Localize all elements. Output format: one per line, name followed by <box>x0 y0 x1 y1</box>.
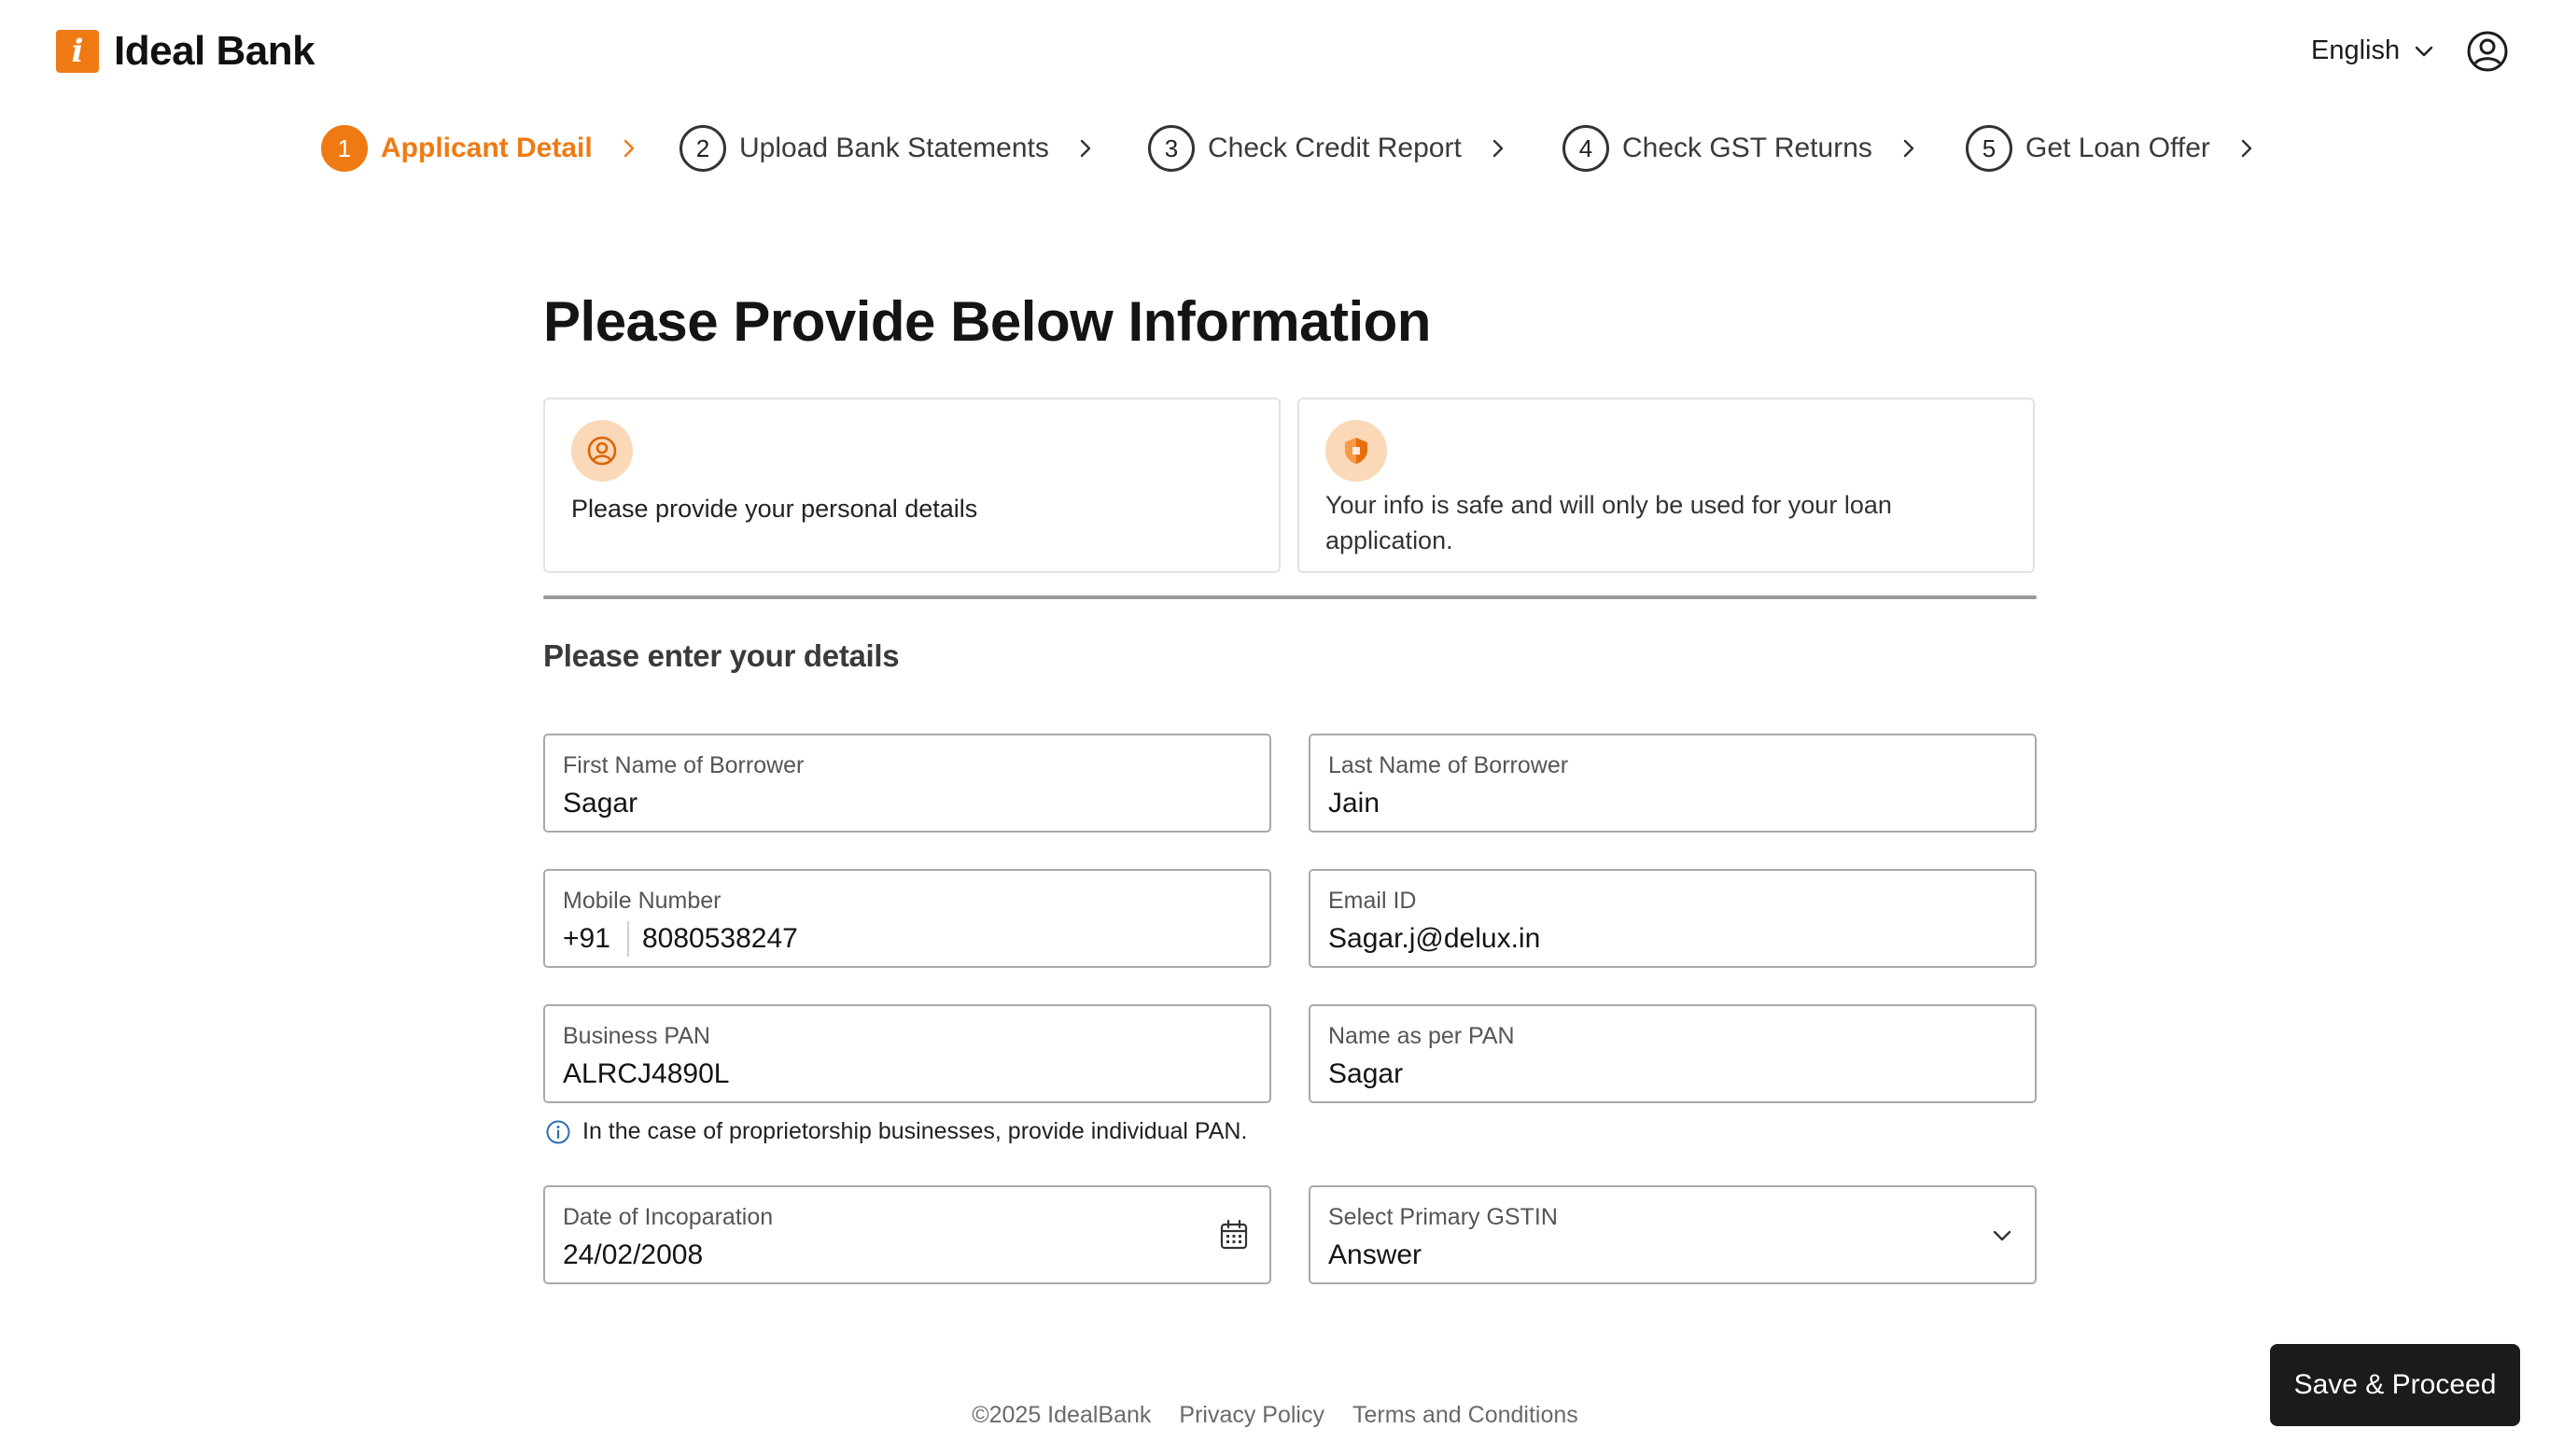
field-label: Date of Incoparation <box>563 1204 774 1230</box>
pan-hint: In the case of proprietorship businesses… <box>545 1118 1247 1145</box>
step-number: 4 <box>1562 125 1609 172</box>
field-value: Sagar <box>1328 1058 1404 1089</box>
footer: ©2025 IdealBank Privacy Policy Terms and… <box>0 1402 2550 1429</box>
step-number: 5 <box>1966 125 2012 172</box>
step-upload-bank-statements[interactable]: 2 Upload Bank Statements <box>680 125 1094 172</box>
language-selector[interactable]: English <box>2311 35 2435 66</box>
form-heading: Please enter your details <box>543 638 900 673</box>
chevron-right-icon <box>1492 139 1503 158</box>
copyright: ©2025 IdealBank <box>972 1402 1152 1428</box>
progress-stepper: 1 Applicant Detail 2 Upload Bank Stateme… <box>0 125 2550 177</box>
info-icon <box>546 1120 570 1143</box>
brand-mark-icon: i <box>56 30 99 73</box>
step-label: Check GST Returns <box>1622 133 1872 163</box>
field-value: ALRCJ4890L <box>563 1058 730 1089</box>
field-label: Select Primary GSTIN <box>1328 1204 1558 1230</box>
badge <box>1325 420 1387 482</box>
field-label: First Name of Borrower <box>563 752 805 778</box>
field-value: Sagar <box>563 788 638 819</box>
field-value: Sagar.j@delux.in <box>1328 923 1541 954</box>
language-label: English <box>2311 35 2401 65</box>
step-number: 1 <box>321 125 368 172</box>
info-card-text: Your info is safe and will only be used … <box>1325 487 1892 558</box>
chevron-down-icon <box>2415 46 2433 56</box>
step-label: Upload Bank Statements <box>739 133 1049 163</box>
info-card-privacy: Your info is safe and will only be used … <box>1297 398 2035 573</box>
primary-gstin-select[interactable]: Select Primary GSTIN Answer <box>1309 1185 2037 1284</box>
chevron-right-icon <box>623 139 634 158</box>
field-value: Answer <box>1328 1239 1422 1270</box>
step-check-credit-report[interactable]: 3 Check Credit Report <box>1148 125 1506 172</box>
step-get-loan-offer[interactable]: 5 Get Loan Offer <box>1966 125 2255 172</box>
brand-name: Ideal Bank <box>114 28 315 74</box>
step-label: Check Credit Report <box>1208 133 1462 163</box>
field-value: Jain <box>1328 788 1380 819</box>
name-as-per-pan-field[interactable]: Name as per PAN Sagar <box>1309 1004 2037 1103</box>
section-divider <box>543 595 2037 599</box>
field-label: Business PAN <box>563 1023 710 1049</box>
chevron-down-icon <box>1993 1230 2011 1241</box>
chevron-right-icon <box>1080 139 1091 158</box>
pan-hint-text: In the case of proprietorship businesses… <box>582 1118 1248 1144</box>
field-value: 8080538247 <box>642 923 798 954</box>
last-name-field[interactable]: Last Name of Borrower Jain <box>1309 734 2037 833</box>
mobile-number-field[interactable]: Mobile Number +91 8080538247 <box>543 869 1271 968</box>
prefix-divider <box>627 921 629 957</box>
step-number: 3 <box>1148 125 1195 172</box>
field-label: Email ID <box>1328 888 1417 914</box>
info-card-text-line: Your info is safe and will only be used … <box>1325 491 1892 519</box>
chevron-right-icon <box>2241 139 2252 158</box>
privacy-policy-link[interactable]: Privacy Policy <box>1179 1402 1324 1429</box>
info-card-personal-details: Please provide your personal details <box>543 398 1281 573</box>
step-applicant-detail[interactable]: 1 Applicant Detail <box>321 125 638 172</box>
step-label: Applicant Detail <box>381 133 593 163</box>
step-number: 2 <box>680 125 726 172</box>
field-label: Name as per PAN <box>1328 1023 1515 1049</box>
date-of-incorporation-field[interactable]: Date of Incoparation 24/02/2008 <box>543 1185 1271 1284</box>
user-circle-icon <box>587 436 617 466</box>
badge <box>571 420 633 482</box>
info-card-text-line: application. <box>1325 526 1453 554</box>
user-account-icon[interactable] <box>2466 30 2509 73</box>
business-pan-field[interactable]: Business PAN ALRCJ4890L <box>543 1004 1271 1103</box>
first-name-field[interactable]: First Name of Borrower Sagar <box>543 734 1271 833</box>
page-title: Please Provide Below Information <box>543 290 1431 353</box>
info-card-text: Please provide your personal details <box>571 495 978 523</box>
field-label: Mobile Number <box>563 888 722 914</box>
shield-icon <box>1345 438 1367 464</box>
email-field[interactable]: Email ID Sagar.j@delux.in <box>1309 869 2037 968</box>
step-label: Get Loan Offer <box>2025 133 2210 163</box>
chevron-right-icon <box>1903 139 1914 158</box>
country-code: +91 <box>563 923 610 954</box>
step-check-gst-returns[interactable]: 4 Check GST Returns <box>1562 125 1917 172</box>
field-label: Last Name of Borrower <box>1328 752 1569 778</box>
brand-logo[interactable]: i Ideal Bank <box>56 28 315 75</box>
field-value: 24/02/2008 <box>563 1239 704 1270</box>
terms-link[interactable]: Terms and Conditions <box>1352 1402 1578 1429</box>
calendar-icon[interactable] <box>1219 1219 1249 1251</box>
